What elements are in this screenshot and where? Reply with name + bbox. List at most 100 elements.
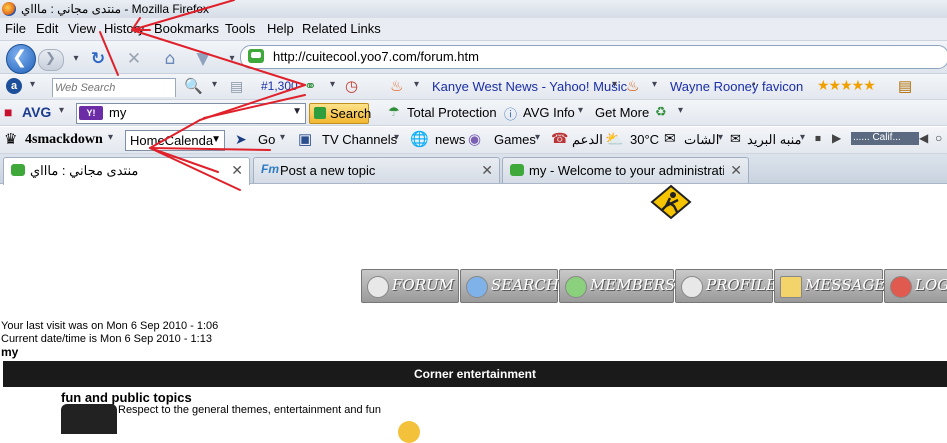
homecalendar-select[interactable]: HomeCalenda ▼ — [125, 130, 225, 151]
play-media-icon[interactable]: ▶ — [832, 131, 841, 145]
chat-dropdown-icon[interactable]: ▾ — [718, 132, 723, 143]
tab-post-topic[interactable]: Fm Post a new topic ✕ — [253, 157, 500, 183]
flame-icon[interactable]: ♨ — [626, 77, 639, 95]
avg-logo-text[interactable]: AVG — [22, 104, 51, 120]
search-dropdown-icon[interactable]: ▾ — [212, 79, 217, 90]
link-dropdown-icon[interactable]: ▾ — [330, 79, 335, 90]
news-toolbar-link[interactable]: news — [435, 132, 465, 147]
stop-icon[interactable]: ✕ — [124, 49, 144, 69]
tab-close-icon[interactable]: ✕ — [231, 162, 243, 179]
chat-link[interactable]: الشات — [684, 132, 719, 148]
home-icon — [367, 276, 389, 298]
toolbar-dropdown-icon[interactable]: ▾ — [30, 79, 35, 90]
history-dropdown-icon[interactable]: ▾ — [66, 49, 86, 69]
mail-dropdown-icon[interactable]: ▾ — [800, 132, 805, 143]
smackdown-dropdown-icon[interactable]: ▾ — [108, 132, 113, 143]
chart-icon[interactable]: ▤ — [230, 78, 243, 95]
rating-stars[interactable]: ★★★★★ — [817, 77, 876, 94]
games-dropdown-icon[interactable]: ▾ — [535, 132, 540, 143]
favicon-link[interactable]: favicon — [762, 79, 803, 94]
menu-edit[interactable]: Edit — [36, 21, 58, 36]
mail-alert-link[interactable]: منبه البريد — [747, 132, 802, 148]
shield-icon: ☂ — [388, 104, 400, 119]
avg-info-dropdown-icon[interactable]: ▾ — [578, 105, 583, 116]
menu-view[interactable]: View — [68, 21, 96, 36]
player-display[interactable]: ...... Calif... — [851, 132, 919, 145]
window-title: منتدى مجاني : ماااي - Mozilla Firefox — [21, 2, 210, 16]
avg-search-dropdown-icon[interactable]: ▼ — [292, 106, 302, 117]
volume-icon[interactable]: ◀ — [919, 131, 928, 145]
tv-channels-link[interactable]: TV Channels — [322, 132, 397, 147]
emoticon-icon — [398, 421, 420, 443]
tv-dropdown-icon[interactable]: ▾ — [394, 132, 399, 143]
get-more-link[interactable]: Get More — [595, 105, 649, 120]
nav-messages-button[interactable]: MESSAGES — [774, 269, 896, 303]
homecalendar-value: HomeCalenda — [130, 133, 214, 148]
media-close-icon[interactable]: ○ — [935, 131, 942, 145]
menu-tools[interactable]: Tools — [225, 21, 255, 36]
go-button[interactable]: Go — [258, 132, 275, 147]
download-icon[interactable]: ▼ — [193, 49, 213, 69]
web-search-input[interactable] — [53, 79, 175, 97]
nav-logout-button[interactable]: LOG O — [884, 269, 947, 303]
tab-admin[interactable]: my - Welcome to your administrati... ✕ — [502, 157, 749, 183]
go-dropdown-icon[interactable]: ▾ — [280, 132, 285, 143]
nav-search-button[interactable]: SEARCH — [460, 269, 559, 303]
tab-close-icon[interactable]: ✕ — [730, 162, 742, 179]
nav-logout-label: LOG O — [915, 276, 947, 294]
news-dropdown-icon[interactable]: ▾ — [414, 79, 419, 90]
menu-file[interactable]: File — [5, 21, 26, 36]
avg-info-link[interactable]: AVG Info — [523, 105, 575, 120]
flame-dropdown-icon[interactable]: ▾ — [652, 79, 657, 90]
update-dropdown-icon[interactable]: ▾ — [678, 105, 683, 116]
tab-close-icon[interactable]: ✕ — [481, 162, 493, 179]
nav-members-button[interactable]: MEMBERS — [559, 269, 675, 303]
url-bar[interactable]: http://cuitecool.yoo7.com/forum.htm — [240, 45, 947, 69]
smackdown-link[interactable]: 4smackdown — [25, 132, 103, 148]
download-dropdown-icon[interactable]: ▾ — [222, 49, 242, 69]
url-text[interactable]: http://cuitecool.yoo7.com/forum.htm — [273, 49, 479, 64]
support-link[interactable]: الدعم — [572, 132, 603, 148]
link-chain-icon[interactable]: ⚭ — [304, 77, 317, 95]
board-title-link[interactable]: my — [1, 345, 18, 359]
book-icon[interactable]: ▤ — [898, 77, 912, 95]
nav-forum-button[interactable]: FORUM — [361, 269, 459, 303]
home-icon[interactable]: ⌂ — [160, 49, 180, 69]
fire-icon[interactable]: ♨ — [390, 77, 403, 95]
menu-related-links[interactable]: Related Links — [302, 21, 381, 36]
homecalendar-dropdown-icon[interactable]: ▼ — [211, 134, 221, 145]
wayne-rooney-link[interactable]: Wayne Rooney — [670, 79, 758, 94]
forum-name-link[interactable]: fun and public topics — [61, 390, 192, 405]
reload-icon[interactable]: ↻ — [88, 49, 108, 69]
go-icon[interactable]: ➤ — [235, 131, 247, 148]
forward-button[interactable]: ❯ — [38, 49, 64, 71]
menu-help[interactable]: Help — [267, 21, 294, 36]
menu-bookmarks[interactable]: Bookmarks — [154, 21, 219, 36]
stop-media-icon[interactable]: ⏹ — [815, 131, 821, 146]
news-more-icon[interactable]: ▾ — [612, 79, 617, 90]
avg-search-box[interactable]: Y! ▼ — [76, 103, 306, 124]
weather-temp[interactable]: 30°C — [630, 132, 659, 147]
avg-search-button[interactable]: Search — [309, 103, 371, 124]
nav-profile-button[interactable]: PROFILE — [675, 269, 777, 303]
back-button[interactable]: ❮ — [6, 44, 36, 74]
count-link[interactable]: #1,300 — [261, 79, 298, 93]
avg-dropdown-icon[interactable]: ▾ — [59, 105, 64, 116]
update-icon[interactable]: ♻ — [655, 104, 667, 120]
timer-icon[interactable]: ◷ — [345, 77, 358, 95]
separator-dot: ▪ — [752, 79, 756, 90]
toolbar-logo-icon[interactable]: a — [6, 78, 22, 94]
search-magnifier-icon[interactable]: 🔍 — [184, 77, 203, 95]
yahoo-badge[interactable]: Y! — [79, 106, 103, 120]
menu-history[interactable]: History — [104, 21, 144, 36]
category-header[interactable]: Corner entertainment — [3, 361, 947, 387]
total-protection-link[interactable]: Total Protection — [407, 105, 497, 120]
tab-forum[interactable]: منتدى مجاني : ماااي ✕ — [3, 157, 250, 185]
web-search-box[interactable] — [52, 78, 176, 97]
news-link[interactable]: Kanye West News - Yahoo! Music — [432, 79, 627, 94]
under-construction-icon — [650, 184, 692, 220]
games-link[interactable]: Games — [494, 132, 536, 147]
weather-icon: ⛅ — [605, 131, 624, 148]
avg-search-input[interactable] — [107, 104, 291, 121]
tab-label: منتدى مجاني : ماااي — [30, 163, 139, 178]
